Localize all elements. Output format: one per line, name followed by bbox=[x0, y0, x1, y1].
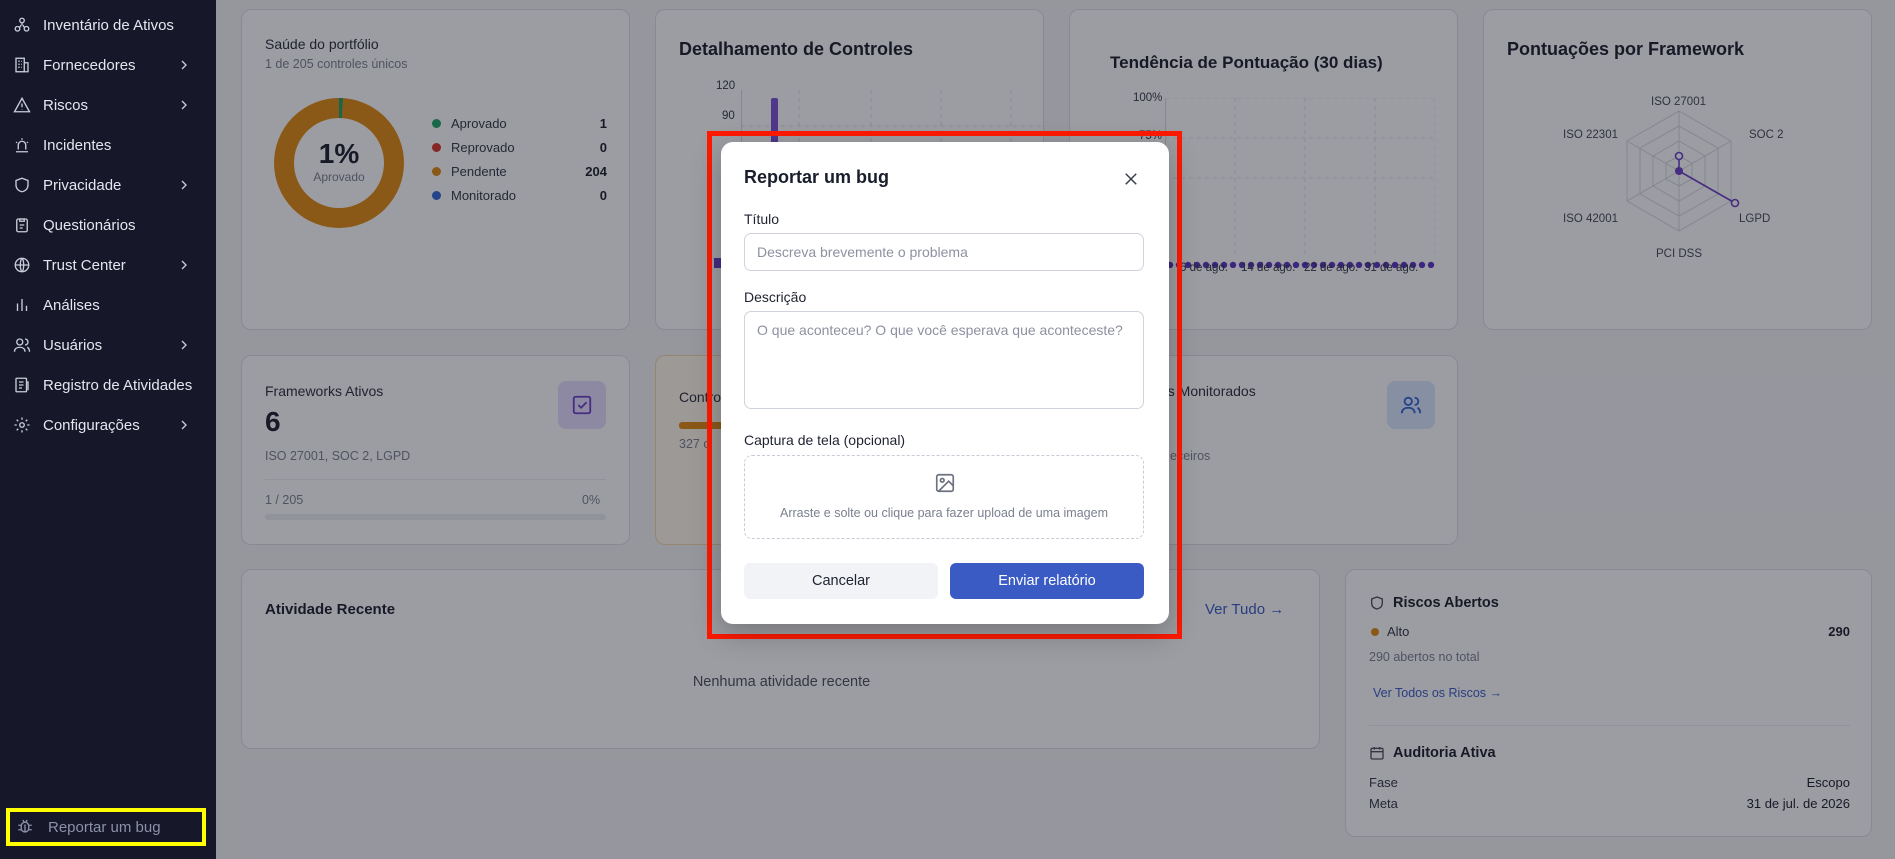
image-icon bbox=[935, 473, 955, 493]
sidebar-item-incidents[interactable]: Incidentes bbox=[0, 125, 216, 165]
title-field-label: Título bbox=[744, 211, 780, 227]
sidebar-item-label: Privacidade bbox=[43, 176, 122, 194]
chevron-right-icon bbox=[181, 100, 187, 110]
cancel-button[interactable]: Cancelar bbox=[744, 563, 938, 599]
sidebar-item-label: Inventário de Ativos bbox=[43, 16, 174, 34]
gear-icon bbox=[12, 415, 32, 435]
dialog-title: Reportar um bug bbox=[744, 167, 890, 187]
sidebar-item-trust-center[interactable]: Trust Center bbox=[0, 245, 216, 285]
close-button[interactable] bbox=[1120, 168, 1142, 190]
sidebar-item-label: Registro de Atividades bbox=[43, 376, 193, 394]
description-field-label: Descrição bbox=[744, 289, 807, 305]
sidebar-item-questionnaires[interactable]: Questionários bbox=[0, 205, 216, 245]
sidebar-item-risks[interactable]: Riscos bbox=[0, 85, 216, 125]
screenshot-field-label: Captura de tela (opcional) bbox=[744, 432, 906, 448]
globe-icon bbox=[12, 255, 32, 275]
sidebar-item-label: Questionários bbox=[43, 216, 136, 234]
sidebar-item-label: Análises bbox=[43, 296, 100, 314]
chevron-right-icon bbox=[181, 60, 187, 70]
sidebar-item-privacy[interactable]: Privacidade bbox=[0, 165, 216, 205]
screenshot-dropzone[interactable]: Arraste e solte ou clique para fazer upl… bbox=[744, 455, 1144, 539]
sidebar-item-label: Fornecedores bbox=[43, 56, 136, 74]
title-input[interactable] bbox=[744, 233, 1144, 271]
chevron-right-icon bbox=[181, 180, 187, 190]
sidebar-item-label: Incidentes bbox=[43, 136, 112, 154]
report-bug-button[interactable]: Reportar um bug bbox=[6, 808, 206, 846]
sidebar-item-assets[interactable]: Inventário de Ativos bbox=[0, 5, 216, 45]
sidebar-item-vendors[interactable]: Fornecedores bbox=[0, 45, 216, 85]
sidebar-item-settings[interactable]: Configurações bbox=[0, 405, 216, 445]
sidebar: Inventário de Ativos Fornecedores Riscos… bbox=[0, 0, 216, 859]
dropzone-text: Arraste e solte ou clique para fazer upl… bbox=[780, 506, 1108, 520]
report-bug-label: Reportar um bug bbox=[48, 818, 161, 836]
sidebar-item-label: Trust Center bbox=[43, 256, 126, 274]
chevron-right-icon bbox=[181, 340, 187, 350]
bug-icon bbox=[16, 817, 36, 837]
warning-icon bbox=[12, 95, 32, 115]
sidebar-item-activity-log[interactable]: Registro de Atividades bbox=[0, 365, 216, 405]
sidebar-item-label: Riscos bbox=[43, 96, 89, 114]
chevron-right-icon bbox=[181, 420, 187, 430]
log-icon bbox=[12, 375, 32, 395]
close-icon bbox=[1125, 173, 1137, 185]
clipboard-icon bbox=[12, 215, 32, 235]
description-input[interactable] bbox=[744, 311, 1144, 409]
shield-icon bbox=[12, 175, 32, 195]
bar-chart-icon bbox=[12, 295, 32, 315]
sidebar-item-label: Configurações bbox=[43, 416, 140, 434]
sidebar-item-analytics[interactable]: Análises bbox=[0, 285, 216, 325]
users-icon bbox=[12, 335, 32, 355]
sidebar-item-users[interactable]: Usuários bbox=[0, 325, 216, 365]
sidebar-item-label: Usuários bbox=[43, 336, 103, 354]
siren-icon bbox=[12, 135, 32, 155]
report-bug-dialog: Reportar um bug Título Descrição Captura… bbox=[721, 142, 1169, 624]
chevron-right-icon bbox=[181, 260, 187, 270]
submit-report-button[interactable]: Enviar relatório bbox=[950, 563, 1144, 599]
building-icon bbox=[12, 55, 32, 75]
assets-icon bbox=[12, 15, 32, 35]
